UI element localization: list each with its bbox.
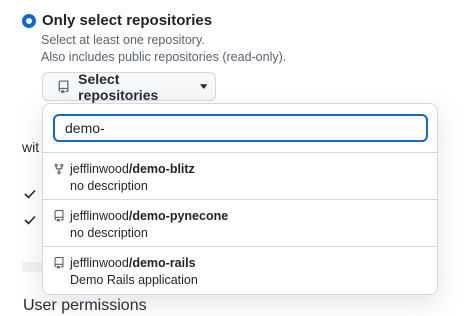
repo-full-name: jefflinwood/demo-rails xyxy=(70,256,196,270)
repo-icon xyxy=(54,210,64,222)
radio-label: Only select repositories xyxy=(42,12,213,29)
help-text-line1: Select at least one repository. xyxy=(41,33,205,47)
repo-name: /demo-blitz xyxy=(128,162,195,176)
list-item[interactable]: jefflinwood/demo-pynecone no description xyxy=(43,200,437,247)
help-text-line2: Also includes public repositories (read-… xyxy=(41,50,287,64)
check-icon xyxy=(24,189,36,199)
partial-heading: wit xyxy=(22,139,40,155)
repo-icon xyxy=(54,257,64,269)
search-container xyxy=(43,104,437,153)
radio-button-selected[interactable] xyxy=(22,13,36,28)
repo-full-name: jefflinwood/demo-pynecone xyxy=(70,209,228,223)
repo-name: /demo-pynecone xyxy=(128,209,229,223)
repo-full-name: jefflinwood/demo-blitz xyxy=(70,162,195,176)
repo-owner: jefflinwood xyxy=(70,209,129,223)
repo-description: no description xyxy=(70,179,148,193)
repository-select-dropdown: jefflinwood/demo-blitz no description je… xyxy=(42,103,438,295)
repo-owner: jefflinwood xyxy=(70,162,129,176)
repo-forked-icon xyxy=(54,163,64,175)
only-select-repositories-option[interactable]: Only select repositories xyxy=(22,12,212,29)
caret-down-icon xyxy=(199,83,208,89)
select-button-label: Select repositories xyxy=(78,70,159,103)
user-permissions-heading: User permissions xyxy=(23,297,147,314)
repo-icon xyxy=(58,79,69,93)
check-icon xyxy=(24,215,36,225)
repo-owner: jefflinwood xyxy=(70,256,129,270)
select-repositories-button[interactable]: Select repositories xyxy=(42,70,216,103)
list-item[interactable]: jefflinwood/demo-rails Demo Rails applic… xyxy=(43,247,437,294)
repo-description: Demo Rails application xyxy=(70,273,198,287)
list-item[interactable]: jefflinwood/demo-blitz no description xyxy=(43,153,437,200)
repository-search-input[interactable] xyxy=(53,114,428,142)
placeholder-bar xyxy=(22,262,42,272)
repo-name: /demo-rails xyxy=(128,256,196,270)
repo-description: no description xyxy=(70,226,148,240)
